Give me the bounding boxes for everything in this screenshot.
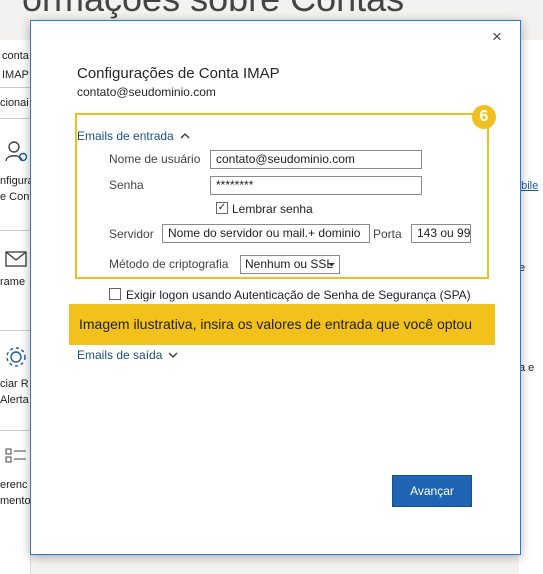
remember-password-label: Lembrar senha [232, 202, 313, 216]
spa-label: Exigir logon usando Autenticação de Senh… [126, 288, 471, 302]
username-input[interactable]: contato@seudominio.com [210, 150, 422, 169]
server-label: Servidor [109, 227, 154, 241]
chevron-down-icon [168, 352, 178, 358]
dialog-title: Configurações de Conta IMAP [77, 65, 280, 82]
chevron-up-icon [180, 133, 190, 139]
remember-password-checkbox[interactable]: ✓ [216, 202, 228, 214]
bg-fragment: mento [0, 495, 31, 507]
bg-fragment: ciar R [0, 378, 29, 390]
divider [0, 330, 30, 331]
spa-checkbox[interactable] [109, 288, 121, 300]
gear-icon [6, 347, 26, 367]
bg-fragment: cionai [0, 97, 29, 109]
password-input[interactable]: ******** [210, 176, 422, 195]
divider [0, 230, 30, 231]
bg-fragment: a e [519, 362, 535, 374]
next-button[interactable]: Avançar [392, 475, 472, 507]
bg-fragment: e Cont [0, 191, 33, 203]
divider [0, 430, 30, 431]
bg-fragment: IMAP [2, 69, 29, 81]
outgoing-mail-label: Emails de saída [77, 348, 163, 362]
incoming-mail-section[interactable]: Emails de entrada [77, 129, 190, 143]
bg-fragment: Alerta [0, 394, 29, 406]
mail-icon [5, 251, 27, 267]
account-email: contato@seudominio.com [77, 85, 216, 99]
divider [0, 118, 30, 119]
incoming-mail-label: Emails de entrada [77, 129, 174, 143]
background-left-pane: conta IMAP cionai nfigura e Cont rame ci… [0, 40, 34, 574]
step-badge: 6 [472, 105, 496, 129]
bg-fragment: nfigura [0, 175, 34, 187]
bg-fragment: rame [0, 276, 26, 288]
list-icon [5, 448, 26, 463]
bg-fragment: erenc [0, 479, 28, 491]
imap-settings-dialog: × Configurações de Conta IMAP contato@se… [30, 20, 521, 555]
server-input[interactable]: Nome do servidor ou mail.+ dominio [162, 224, 370, 243]
divider [0, 87, 30, 88]
close-icon[interactable]: × [489, 28, 505, 45]
encryption-label: Método de criptografia [109, 257, 229, 271]
password-label: Senha [109, 178, 144, 192]
port-input[interactable]: 143 ou 993 [411, 224, 471, 243]
encryption-value: Nenhum ou SSL [245, 257, 334, 271]
outgoing-mail-section[interactable]: Emails de saída [77, 348, 178, 362]
port-label: Porta [373, 227, 402, 241]
username-label: Nome de usuário [109, 152, 201, 166]
chevron-down-icon [328, 263, 335, 267]
background-right-pane: e a e [519, 40, 543, 574]
background-title: ormações sobre Contas [22, 0, 404, 20]
encryption-select[interactable]: Nenhum ou SSL [240, 255, 340, 274]
bg-fragment: conta [2, 50, 29, 62]
account-settings-icon [5, 141, 28, 162]
info-banner: Imagem ilustrativa, insira os valores de… [69, 304, 495, 345]
